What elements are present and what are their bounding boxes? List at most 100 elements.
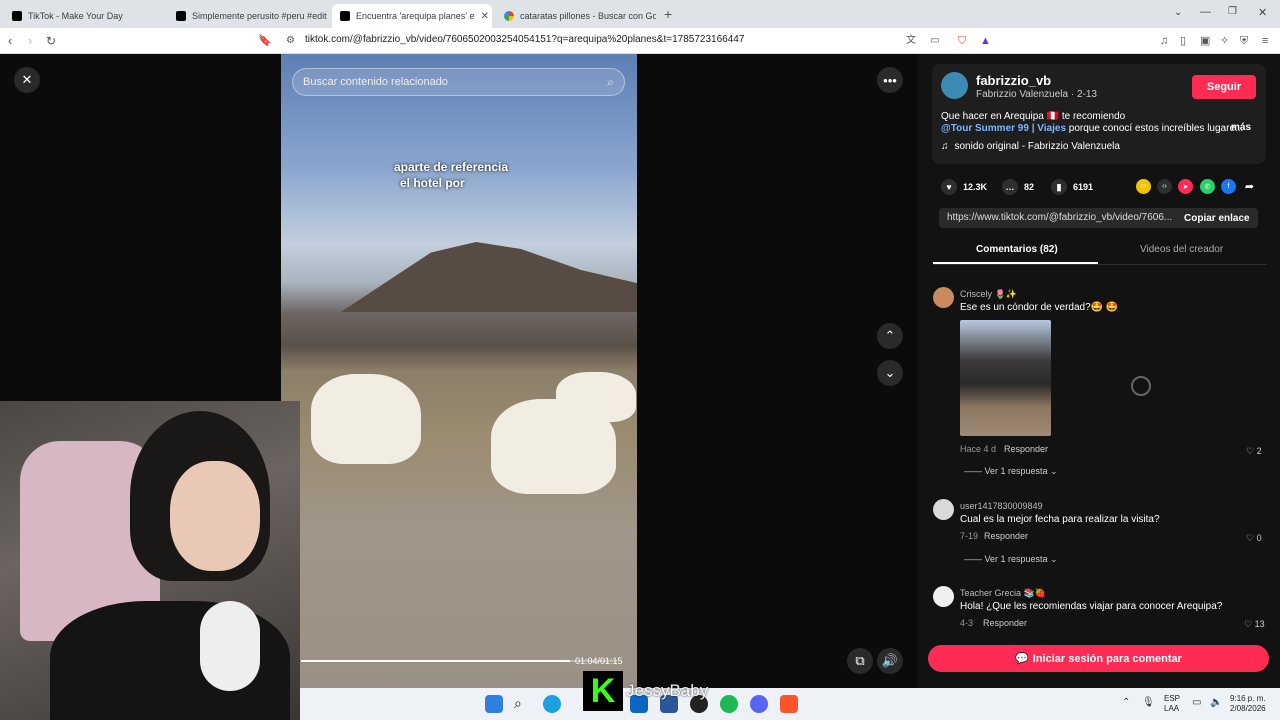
heart-icon: ♥	[941, 179, 957, 195]
browser-tab[interactable]: cataratas pillones - Buscar con Googl	[496, 4, 656, 28]
rewards-icon[interactable]: ▲	[980, 32, 991, 50]
chevron-up-icon[interactable]: ⌃	[877, 323, 903, 349]
comment-username[interactable]: Teacher Grecia 📚🍓	[960, 588, 1046, 599]
tray-chevron-icon[interactable]: ⌃	[1122, 697, 1130, 708]
new-tab-button[interactable]: +	[664, 6, 672, 22]
reply-button[interactable]: Responder	[983, 618, 1027, 628]
tab-creator-videos[interactable]: Videos del creador	[1140, 244, 1223, 255]
stream-logo: K	[583, 671, 623, 711]
tiktok-icon	[340, 11, 350, 21]
microphone-icon[interactable]: 🎙	[1142, 697, 1155, 708]
share-icon[interactable]: ➦	[1242, 179, 1257, 194]
extensions-icon[interactable]: ✧	[1220, 32, 1229, 50]
related-search-input[interactable]: Buscar contenido relacionado ⌕	[292, 68, 625, 96]
search-icon[interactable]: ⌕	[514, 695, 532, 713]
browser-tab[interactable]: TikTok - Make Your Day	[4, 4, 164, 28]
like-button[interactable]: ♥ 12.3K	[941, 179, 987, 195]
follow-button[interactable]: Seguir	[1192, 75, 1256, 99]
chevron-down-icon[interactable]: ⌄	[1174, 7, 1182, 18]
sound-row[interactable]: ♫ sonido original - Fabrizzio Valenzuela	[941, 141, 1120, 152]
cast-icon[interactable]: ▭	[930, 32, 939, 50]
save-button[interactable]: ▮ 6191	[1051, 179, 1093, 195]
back-icon[interactable]: ‹	[8, 32, 12, 50]
maximize-icon[interactable]: ❐	[1228, 6, 1237, 17]
site-info-icon[interactable]: ⚙	[286, 32, 295, 50]
avatar[interactable]	[933, 499, 954, 520]
video-player[interactable]	[281, 54, 637, 688]
reply-button[interactable]: Responder	[984, 531, 1028, 541]
bookmark-icon: ▮	[1051, 179, 1067, 195]
browser-tab[interactable]: Simplemente perusito #peru #edit #	[168, 4, 328, 28]
picture-in-picture-icon[interactable]: ⧉	[847, 648, 873, 674]
comment-button[interactable]: … 82	[1002, 179, 1034, 195]
forward-icon[interactable]: ›	[28, 32, 32, 50]
sound-name: sonido original - Fabrizzio Valenzuela	[954, 141, 1120, 152]
reload-icon[interactable]: ↻	[46, 32, 56, 50]
close-tab-icon[interactable]: ✕	[475, 11, 489, 22]
lang-secondary: LAA	[1164, 704, 1180, 713]
menu-icon[interactable]: ≡	[1262, 32, 1268, 50]
copy-link-button[interactable]: Copiar enlace	[1184, 213, 1250, 224]
brave-shield-icon[interactable]: ⛉	[958, 32, 966, 50]
comment-image[interactable]	[960, 320, 1051, 436]
volume-icon[interactable]: 🔊	[877, 648, 903, 674]
chevron-down-icon: ⌄	[1047, 466, 1058, 476]
input-language[interactable]: ESP LAA	[1164, 694, 1180, 714]
music-icon[interactable]: ♫	[1160, 32, 1168, 50]
close-icon[interactable]: ✕	[14, 67, 40, 93]
sidebar-icon[interactable]: ▯	[1180, 32, 1186, 50]
login-to-comment-button[interactable]: 💬 Iniciar sesión para comentar	[928, 645, 1269, 672]
chevron-down-icon[interactable]: ⌄	[877, 360, 903, 386]
brave-icon[interactable]	[780, 695, 798, 713]
avatar[interactable]	[933, 287, 954, 308]
vpn-icon[interactable]: ⛨	[1240, 32, 1248, 50]
reply-button[interactable]: Responder	[1004, 444, 1048, 454]
view-replies-button[interactable]: —— Ver 1 respuesta ⌄	[964, 554, 1058, 565]
translate-icon[interactable]: 文	[906, 32, 916, 50]
spotify-icon[interactable]	[720, 695, 738, 713]
url-field[interactable]: tiktok.com/@fabrizzio_vb/video/760650200…	[305, 34, 744, 45]
discord-icon[interactable]	[750, 695, 768, 713]
video-time: 01:04/01:15	[575, 656, 623, 666]
start-icon[interactable]	[485, 695, 503, 713]
more-options-icon[interactable]: •••	[877, 67, 903, 93]
system-clock[interactable]: 9:16 p. m. 2/08/2026	[1230, 694, 1266, 714]
embed-icon[interactable]: ‹›	[1157, 179, 1172, 194]
avatar[interactable]	[933, 586, 954, 607]
edge-icon[interactable]	[543, 695, 561, 713]
mention-link[interactable]: @Tour Summer 99 | Viajes	[941, 123, 1066, 134]
comment-like-count: 0	[1256, 533, 1262, 543]
comment-like[interactable]: ♡ 0	[1246, 533, 1262, 544]
comment-like[interactable]: ♡ 13	[1244, 619, 1265, 630]
wallet-icon[interactable]: ▣	[1200, 32, 1210, 50]
send-icon[interactable]: ➤	[1178, 179, 1193, 194]
search-placeholder: Buscar contenido relacionado	[303, 76, 448, 88]
whatsapp-icon[interactable]: ✆	[1200, 179, 1215, 194]
friends-share-icon[interactable]: ☺	[1136, 179, 1151, 194]
bookmark-icon[interactable]: 🔖	[258, 32, 272, 50]
tab-title: TikTok - Make Your Day	[28, 11, 123, 21]
facebook-icon[interactable]: f	[1221, 179, 1236, 194]
comment-text: Ese es un cóndor de verdad?🤩 🤩	[960, 302, 1119, 313]
more-link[interactable]: más	[1231, 122, 1251, 133]
network-icon[interactable]: ▭	[1192, 697, 1201, 708]
comment-username[interactable]: Criscely 🌷✨	[960, 289, 1017, 300]
comment-like[interactable]: ♡ 2	[1246, 446, 1262, 457]
view-replies-button[interactable]: —— Ver 1 respuesta ⌄	[964, 466, 1058, 477]
video-subtitle-line2: el hotel por	[400, 176, 465, 190]
clock-time: 9:16 p. m.	[1230, 694, 1266, 703]
close-window-icon[interactable]: ✕	[1258, 6, 1267, 19]
avatar[interactable]	[941, 72, 968, 99]
browser-tab-active[interactable]: Encuentra 'arequipa planes' e ✕	[332, 4, 492, 28]
tiktok-icon	[12, 11, 22, 21]
save-count: 6191	[1073, 182, 1094, 192]
author-username[interactable]: fabrizzio_vb	[976, 73, 1051, 88]
search-icon[interactable]: ⌕	[607, 75, 614, 90]
volume-icon[interactable]: 🔈	[1210, 697, 1222, 708]
comment-username[interactable]: user1417830009849	[960, 501, 1043, 511]
minimize-icon[interactable]: —	[1200, 6, 1211, 18]
lang-primary: ESP	[1164, 694, 1181, 703]
streamer-name: JessyBaby	[626, 681, 709, 700]
progress-fill[interactable]	[301, 660, 570, 662]
tab-comments[interactable]: Comentarios (82)	[976, 244, 1058, 255]
